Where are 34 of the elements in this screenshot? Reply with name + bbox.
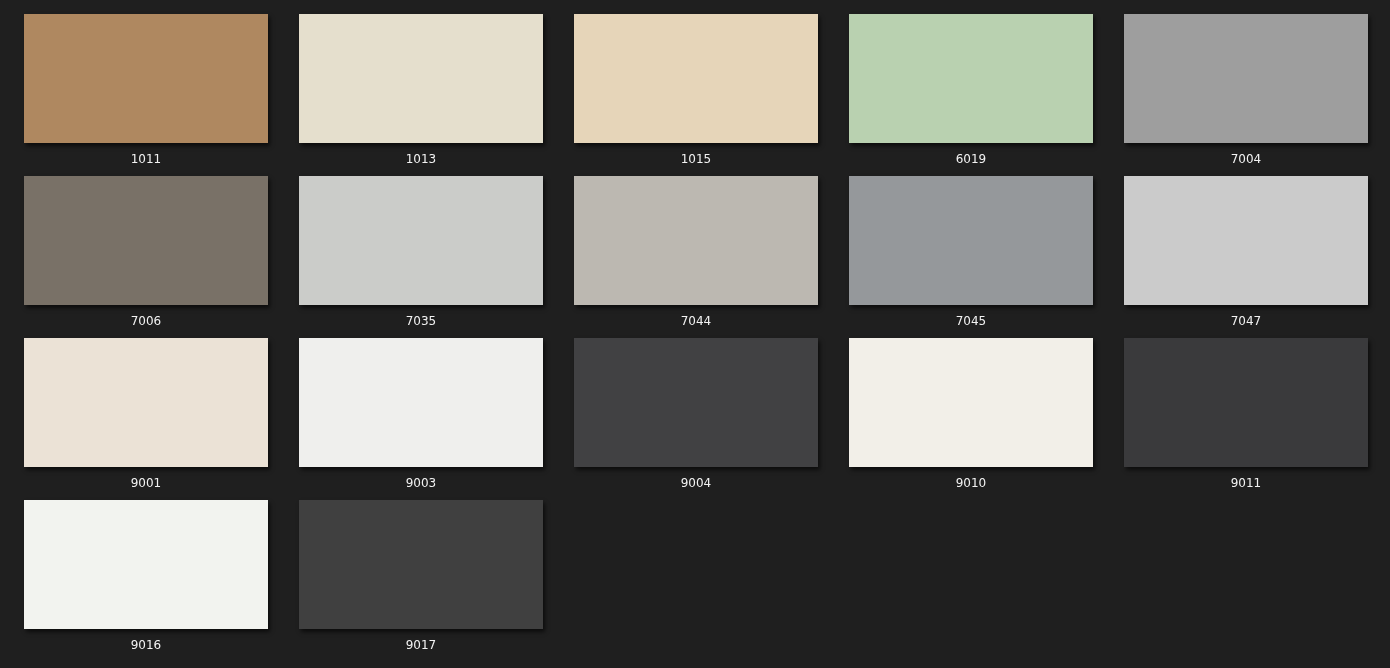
file-name[interactable]: 9011 xyxy=(1230,475,1262,491)
file-name[interactable]: 1011 xyxy=(130,151,162,167)
file-name[interactable]: 7006 xyxy=(130,313,162,329)
color-swatch[interactable] xyxy=(574,338,818,467)
file-name[interactable]: 7035 xyxy=(405,313,437,329)
color-swatch[interactable] xyxy=(299,500,543,629)
file-name[interactable]: 9004 xyxy=(680,475,712,491)
file-name[interactable]: 9010 xyxy=(955,475,987,491)
color-swatch[interactable] xyxy=(24,176,268,305)
color-swatch[interactable] xyxy=(24,14,268,143)
color-swatch[interactable] xyxy=(849,176,1093,305)
file-name[interactable]: 7044 xyxy=(680,313,712,329)
file-name[interactable]: 1015 xyxy=(680,151,712,167)
color-swatch[interactable] xyxy=(574,176,818,305)
color-swatch[interactable] xyxy=(1124,14,1368,143)
file-name[interactable]: 7045 xyxy=(955,313,987,329)
color-swatch[interactable] xyxy=(299,338,543,467)
file-name[interactable]: 6019 xyxy=(955,151,987,167)
color-swatch[interactable] xyxy=(849,14,1093,143)
color-swatch[interactable] xyxy=(1124,176,1368,305)
file-name[interactable]: 9017 xyxy=(405,637,437,653)
file-name[interactable]: 7004 xyxy=(1230,151,1262,167)
color-swatch[interactable] xyxy=(299,176,543,305)
color-swatch[interactable] xyxy=(1124,338,1368,467)
color-swatch[interactable] xyxy=(299,14,543,143)
color-swatch[interactable] xyxy=(849,338,1093,467)
file-name[interactable]: 9016 xyxy=(130,637,162,653)
file-name[interactable]: 1013 xyxy=(405,151,437,167)
color-swatch[interactable] xyxy=(24,338,268,467)
color-swatch[interactable] xyxy=(574,14,818,143)
file-name[interactable]: 9003 xyxy=(405,475,437,491)
file-name[interactable]: 9001 xyxy=(130,475,162,491)
file-name[interactable]: 7047 xyxy=(1230,313,1262,329)
color-swatch[interactable] xyxy=(24,500,268,629)
